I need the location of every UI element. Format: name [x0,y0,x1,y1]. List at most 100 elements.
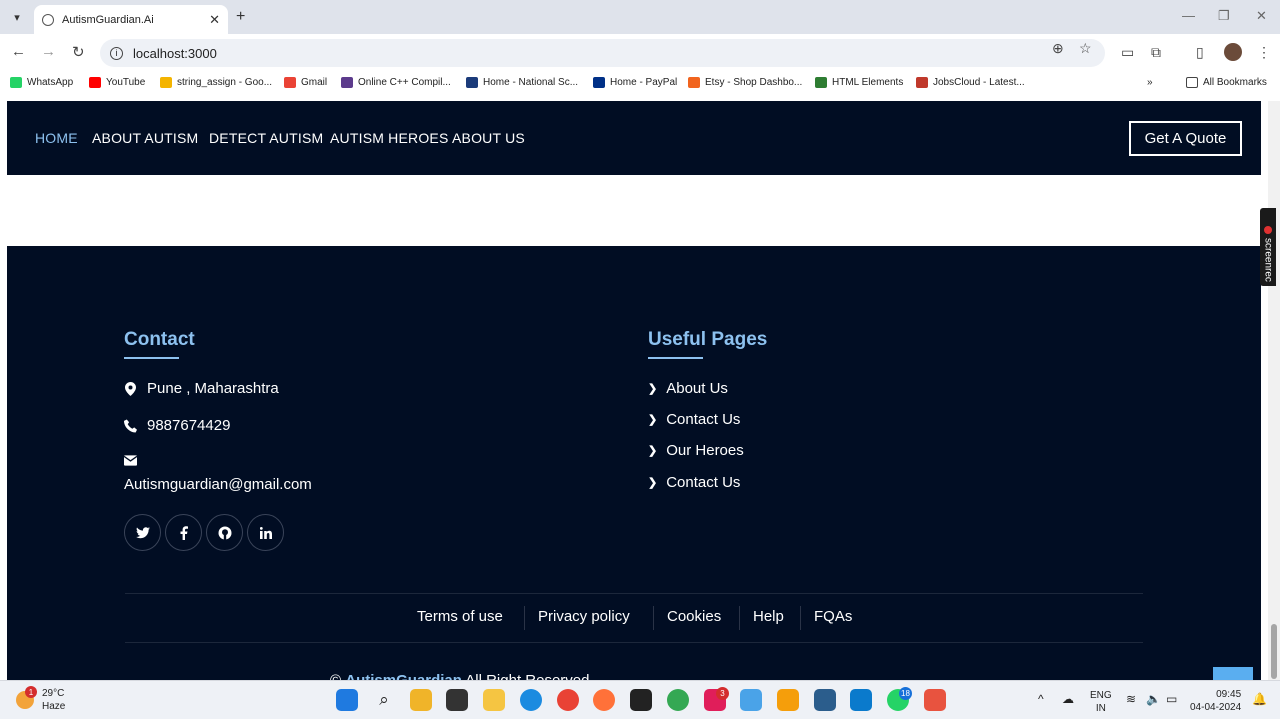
edge-icon[interactable] [520,689,542,711]
lang-code: ENG [1090,690,1112,701]
contact-phone: 9887674429 [124,417,230,434]
sublime-icon[interactable] [777,689,799,711]
envelope-icon [124,455,137,466]
nav-about-us[interactable]: ABOUT US [452,130,525,146]
github-icon[interactable] [206,514,243,551]
footer-link-label: Contact Us [666,411,741,428]
bookmark-item[interactable]: Home - PayPal [593,77,677,88]
globe-icon [42,13,54,26]
phone-text: 9887674429 [147,417,231,434]
chrome-icon[interactable] [557,689,579,711]
nav-home[interactable]: HOME [35,130,78,146]
footer-link-label: Our Heroes [666,442,744,459]
get-quote-button[interactable]: Get A Quote [1129,121,1242,156]
chrome-profile-icon[interactable] [667,689,689,711]
ide-icon[interactable] [814,689,836,711]
language-indicator[interactable]: ENG IN [1090,689,1112,715]
snipping-tool-icon[interactable] [924,689,946,711]
chevron-right-icon: ❯ [648,445,658,457]
maximize-button[interactable]: ❐ [1218,8,1230,24]
folder-icon [1186,77,1198,88]
bookmark-label: Online C++ Compil... [358,77,451,88]
cookies-link[interactable]: Cookies [667,608,721,625]
help-link[interactable]: Help [753,608,784,625]
back-button[interactable]: ← [11,43,26,60]
clock[interactable]: 09:45 04-04-2024 [1190,688,1241,714]
bookmark-item[interactable]: WhatsApp [10,77,73,88]
bookmark-item[interactable]: Gmail [284,77,327,88]
copyright-symbol: © [330,672,341,680]
close-tab-icon[interactable]: ✕ [209,12,220,28]
back-to-top-button[interactable] [1213,667,1253,680]
site-info-icon[interactable]: i [110,46,123,60]
menu-icon[interactable]: ⋮ [1257,44,1271,61]
weather-widget[interactable]: 1 29°C Haze [16,686,65,713]
record-icon [1264,226,1272,235]
screenrec-widget[interactable]: screenrec [1260,208,1276,286]
photos-icon[interactable] [740,689,762,711]
all-bookmarks-button[interactable]: All Bookmarks [1186,77,1267,88]
bookmark-item[interactable]: Online C++ Compil... [341,77,451,88]
minimize-button[interactable]: — [1182,8,1195,23]
task-view-icon[interactable] [446,689,468,711]
vscode-icon[interactable] [850,689,872,711]
footer-link-contact-us[interactable]: ❯ Contact Us [648,411,740,428]
bookmark-label: HTML Elements [832,77,904,88]
browser-toolbar: ← → ↻ i localhost:3000 ⊕ ☆ ▭ ⧉ ▯ ⋮ [0,34,1280,72]
location-text: Pune , Maharashtra [147,380,279,397]
terms-link[interactable]: Terms of use [417,608,503,625]
cast-icon[interactable]: ▭ [1121,44,1134,61]
firefox-icon[interactable] [593,689,615,711]
chevron-right-icon: ❯ [648,414,658,426]
extensions-icon[interactable]: ⧉ [1151,44,1161,61]
onedrive-icon[interactable]: ☁ [1062,693,1074,706]
forward-button[interactable]: → [41,43,56,60]
faqs-link[interactable]: FQAs [814,608,852,625]
footer-link-our-heroes[interactable]: ❯ Our Heroes [648,442,744,459]
active-tab[interactable]: AutismGuardian.Ai ✕ [34,5,228,34]
tab-search-button[interactable]: ▾ [6,6,28,28]
twitter-icon[interactable] [124,514,161,551]
battery-icon[interactable]: ▭ [1166,693,1177,706]
footer-link-about-us[interactable]: ❯ About Us [648,380,728,397]
dropbox-icon[interactable] [630,689,652,711]
copyright-brand-link[interactable]: AutismGuardian [345,672,462,680]
nav-about-autism[interactable]: ABOUT AUTISM [92,130,198,146]
reload-button[interactable]: ↻ [72,43,85,61]
notifications-icon[interactable]: 🔔 [1252,693,1267,706]
zoom-icon[interactable]: ⊕ [1052,40,1064,57]
profile-avatar[interactable] [1224,43,1242,61]
scrollbar-thumb[interactable] [1271,624,1277,679]
search-icon[interactable]: ⌕ [373,689,395,711]
volume-icon[interactable]: 🔈 [1146,693,1161,706]
bookmark-item[interactable]: Etsy - Shop Dashbo... [688,77,802,88]
contact-heading: Contact [124,329,195,350]
tray-overflow-icon[interactable]: ^ [1038,693,1044,706]
contact-email-icon-row [124,455,147,466]
bookmark-item[interactable]: HTML Elements [815,77,903,88]
copilot-icon[interactable] [410,689,432,711]
bookmarks-overflow-button[interactable]: » [1147,77,1153,88]
close-window-button[interactable]: ✕ [1256,8,1267,24]
nav-autism-heroes[interactable]: AUTISM HEROES [330,130,449,146]
bookmark-star-icon[interactable]: ☆ [1079,40,1092,57]
facebook-icon[interactable] [165,514,202,551]
bookmark-item[interactable]: string_assign - Goo... [160,77,272,88]
start-icon[interactable] [336,689,358,711]
wifi-icon[interactable]: ≋ [1126,693,1136,706]
side-panel-icon[interactable]: ▯ [1196,44,1204,61]
address-bar[interactable]: i localhost:3000 [100,39,1105,67]
footer-link-contact-us-2[interactable]: ❯ Contact Us [648,474,740,491]
email-text[interactable]: Autismguardian@gmail.com [124,476,312,493]
privacy-link[interactable]: Privacy policy [538,608,630,625]
footer-separator [524,606,525,630]
copyright-text: All Right Reserved. [465,672,593,680]
linkedin-icon[interactable] [247,514,284,551]
nav-detect-autism[interactable]: DETECT AUTISM [209,130,323,146]
bookmark-item[interactable]: YouTube [89,77,145,88]
bookmark-item[interactable]: JobsCloud - Latest... [916,77,1025,88]
bookmark-item[interactable]: Home - National Sc... [466,77,578,88]
page-scrollbar[interactable] [1268,101,1280,680]
file-explorer-icon[interactable] [483,689,505,711]
new-tab-button[interactable]: + [236,8,245,26]
